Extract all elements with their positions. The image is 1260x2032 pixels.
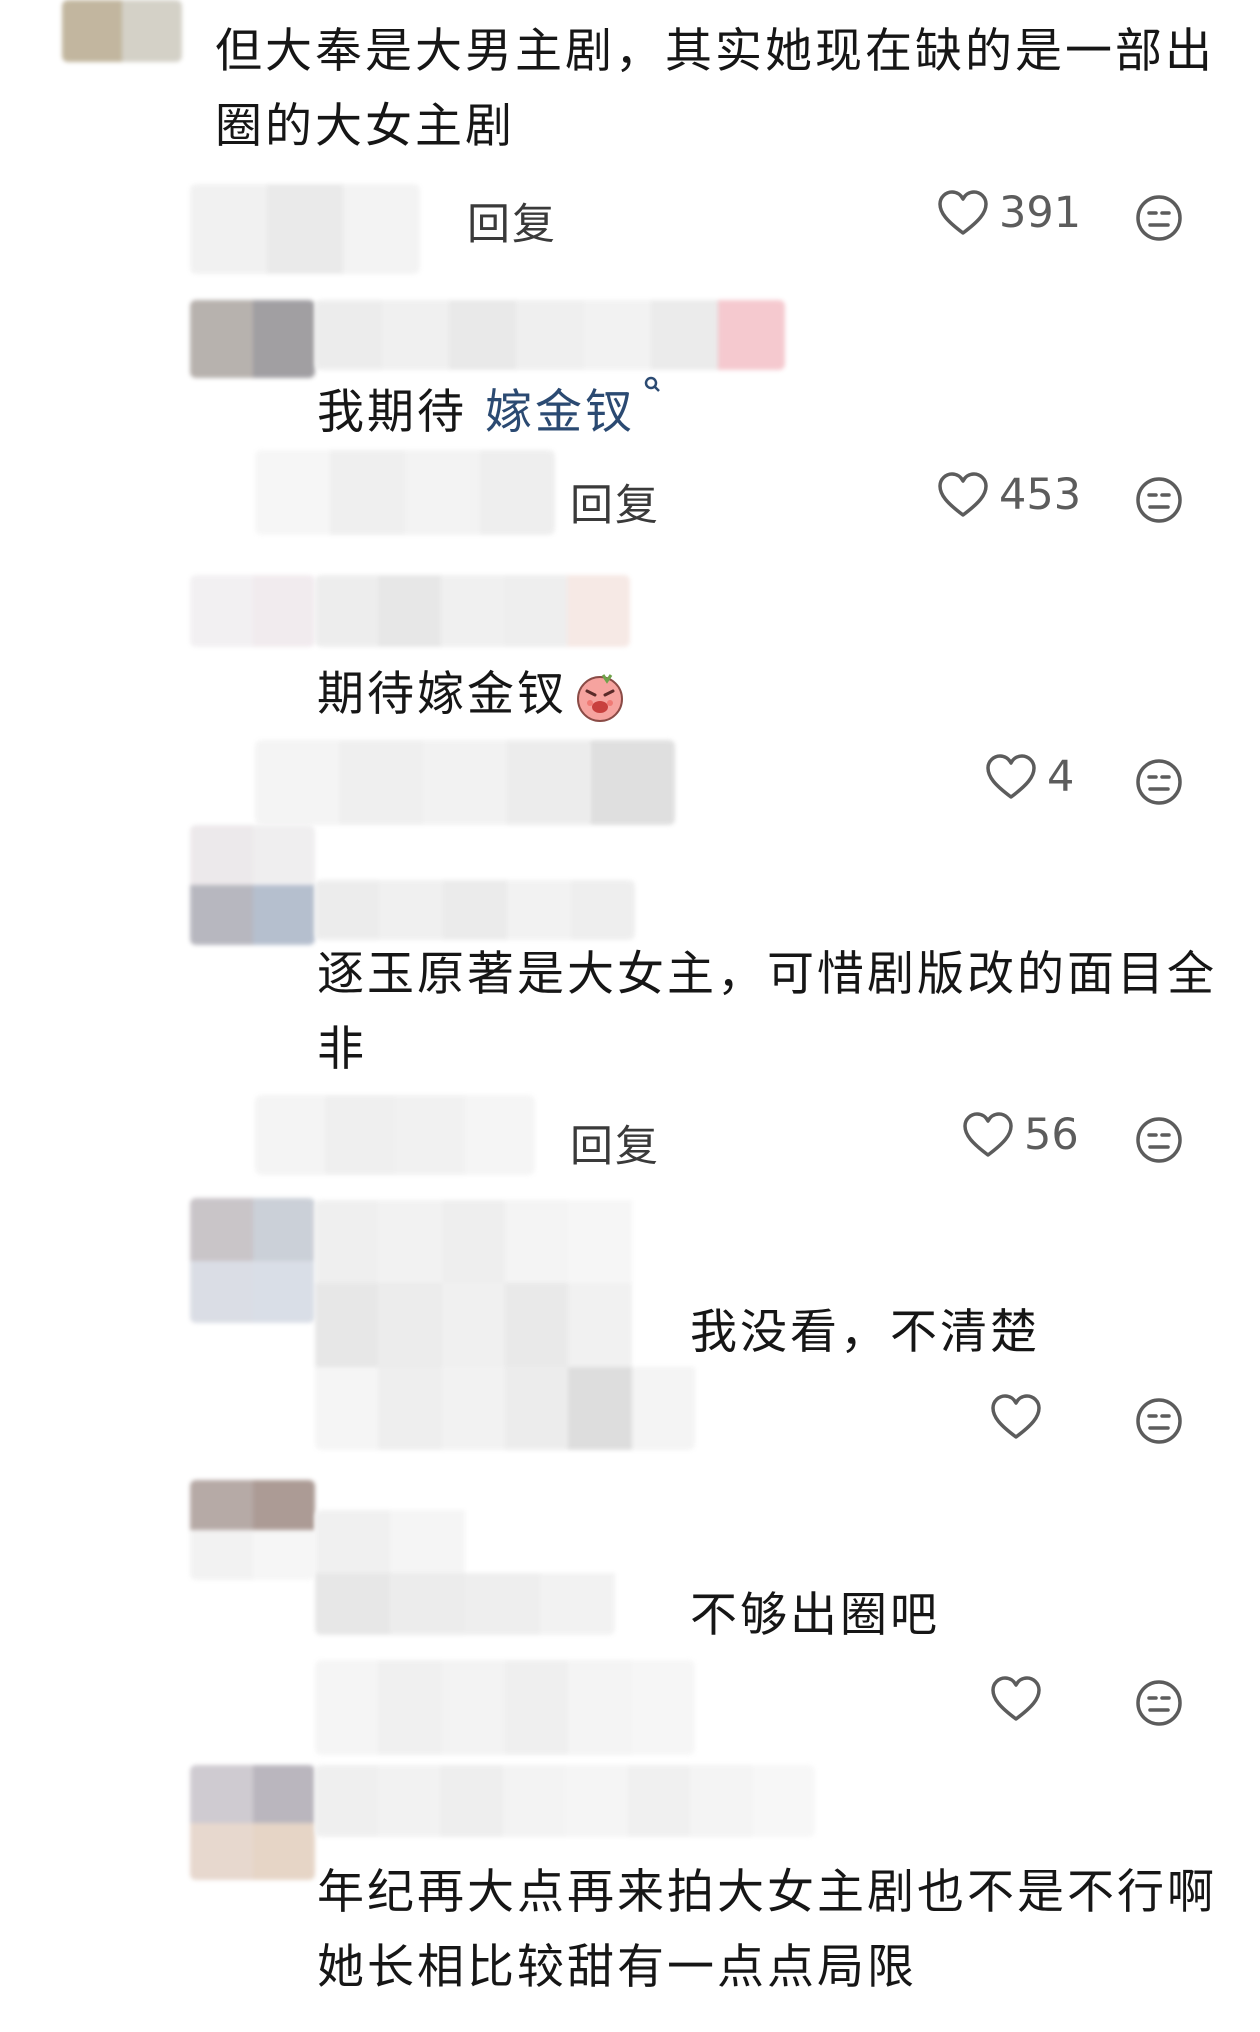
like-button[interactable]: 391 <box>937 188 1081 238</box>
heart-outline-icon <box>937 471 989 519</box>
comment-text: 但大奉是大男主剧，其实她现在缺的是一部出 圈的大女主剧 <box>215 24 1215 154</box>
like-button[interactable]: 56 <box>962 1110 1079 1160</box>
blurred-meta <box>255 450 555 535</box>
blurred-username[interactable] <box>315 1765 815 1837</box>
comment-text: 逐玉原著是大女主，可惜剧版改的面目全 非 <box>317 947 1217 1077</box>
meh-face-icon[interactable] <box>1134 475 1184 525</box>
like-button[interactable]: 453 <box>937 470 1081 520</box>
meh-face-icon[interactable] <box>1134 1396 1184 1446</box>
comment-text: 不够出圈吧 <box>690 1588 940 1643</box>
blurred-avatar[interactable] <box>190 300 315 378</box>
search-icon[interactable] <box>643 375 663 399</box>
reply-button[interactable]: 回复 <box>570 471 660 533</box>
blurred-username[interactable] <box>315 880 635 940</box>
reply-button[interactable]: 回复 <box>467 190 557 252</box>
blurred-avatar[interactable] <box>190 1480 315 1580</box>
like-count: 391 <box>999 188 1082 238</box>
heart-outline-icon <box>985 753 1037 801</box>
blurred-avatar[interactable] <box>62 0 182 62</box>
meh-face-icon[interactable] <box>1134 1678 1184 1728</box>
comment-text: 年纪再大点再来拍大女主剧也不是不行啊 她长相比较甜有一点点局限 <box>317 1865 1217 1995</box>
comment-text: 我没看，不清楚 <box>690 1305 1040 1360</box>
like-count: 4 <box>1047 752 1075 802</box>
blurred-meta <box>315 1660 695 1755</box>
heart-outline-icon <box>937 189 989 237</box>
like-button[interactable] <box>990 1675 1052 1723</box>
blurred-username[interactable] <box>315 575 630 647</box>
blurred-username[interactable] <box>315 300 785 370</box>
blurred-meta <box>190 184 420 274</box>
angry-cute-sticker-icon <box>573 671 627 725</box>
meh-face-icon[interactable] <box>1134 1115 1184 1165</box>
comment-text: 期待嫁金钗 <box>317 657 627 732</box>
heart-outline-icon <box>962 1111 1014 1159</box>
blurred-meta <box>255 1095 535 1175</box>
comment-text: 我期待 嫁金钗 <box>317 375 663 450</box>
heart-outline-icon <box>990 1675 1042 1723</box>
heart-outline-icon <box>990 1393 1042 1441</box>
blurred-avatar[interactable] <box>190 825 315 945</box>
blurred-meta <box>255 740 675 825</box>
reply-button[interactable]: 回复 <box>570 1112 660 1174</box>
blurred-avatar[interactable] <box>190 1765 315 1880</box>
blurred-username[interactable] <box>315 1200 695 1450</box>
blurred-avatar[interactable] <box>190 575 315 647</box>
like-count: 453 <box>999 470 1082 520</box>
like-count: 56 <box>1024 1110 1079 1160</box>
blurred-avatar[interactable] <box>190 1198 315 1323</box>
like-button[interactable] <box>990 1393 1052 1441</box>
meh-face-icon[interactable] <box>1134 757 1184 807</box>
blurred-username[interactable] <box>315 1510 615 1635</box>
drama-link[interactable]: 嫁金钗 <box>485 385 635 440</box>
meh-face-icon[interactable] <box>1134 193 1184 243</box>
like-button[interactable]: 4 <box>985 752 1074 802</box>
